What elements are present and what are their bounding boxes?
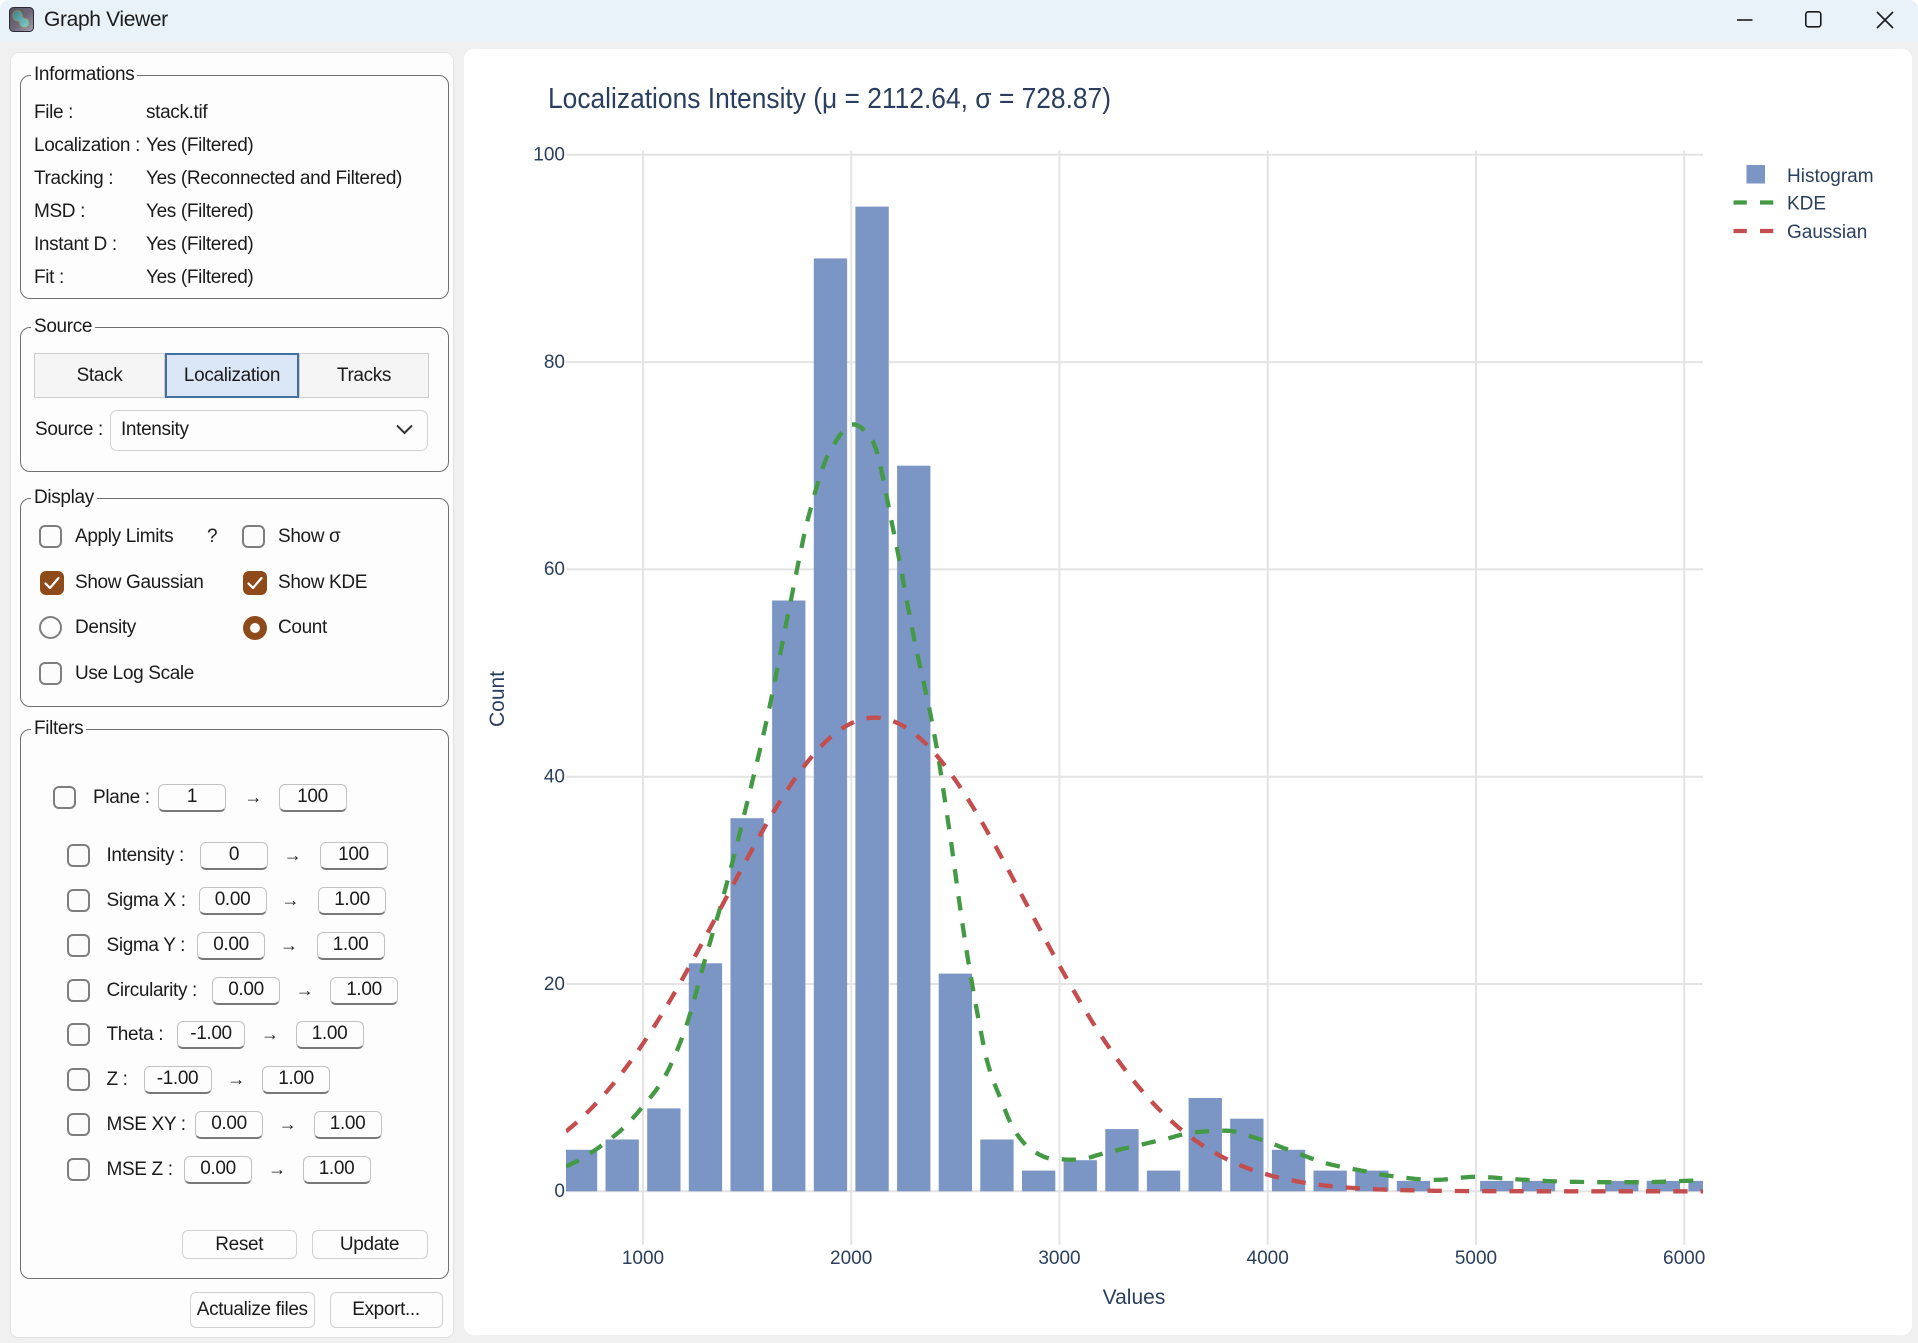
svg-text:6000: 6000 <box>1663 1248 1705 1269</box>
svg-text:1000: 1000 <box>622 1248 664 1269</box>
svg-text:2000: 2000 <box>830 1248 872 1269</box>
svg-text:Gaussian: Gaussian <box>1787 222 1867 243</box>
svg-text:100: 100 <box>533 145 565 166</box>
svg-text:0: 0 <box>554 1181 565 1202</box>
svg-text:KDE: KDE <box>1787 194 1826 215</box>
svg-text:80: 80 <box>544 352 565 373</box>
svg-text:20: 20 <box>544 974 565 995</box>
svg-text:Values: Values <box>1103 1286 1166 1309</box>
svg-text:60: 60 <box>544 559 565 580</box>
svg-text:3000: 3000 <box>1038 1248 1080 1269</box>
svg-text:40: 40 <box>544 767 565 788</box>
svg-text:4000: 4000 <box>1247 1248 1289 1269</box>
svg-text:5000: 5000 <box>1455 1248 1497 1269</box>
svg-text:Count: Count <box>486 671 509 727</box>
svg-text:Localizations Intensity (μ = 2: Localizations Intensity (μ = 2112.64, σ … <box>548 83 1111 115</box>
svg-text:Histogram: Histogram <box>1787 166 1874 187</box>
